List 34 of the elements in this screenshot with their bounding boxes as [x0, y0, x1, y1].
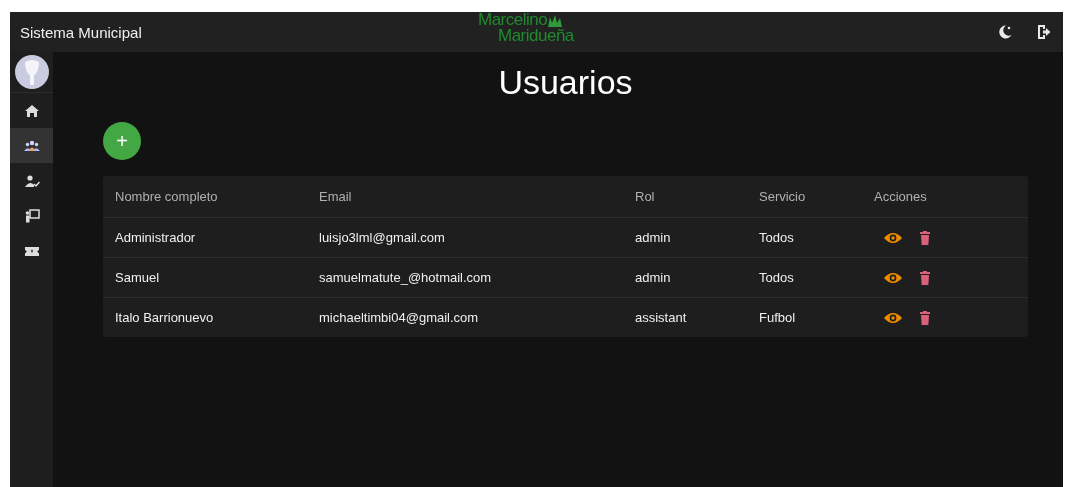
table-cell-text: Samuel	[114, 270, 161, 285]
delete-icon[interactable]	[920, 230, 930, 245]
theme-toggle-icon[interactable]	[997, 24, 1013, 40]
home-icon	[23, 102, 40, 119]
logo-text: Marcelino	[478, 12, 548, 28]
app-title: Sistema Municipal	[20, 23, 142, 41]
view-icon[interactable]	[884, 231, 902, 244]
table-cell-text: admin	[635, 270, 672, 285]
table-cell-text: Todos	[759, 230, 795, 245]
column-header: Servicio	[759, 189, 807, 204]
delete-icon[interactable]	[920, 270, 930, 285]
page-title: Usuarios	[497, 62, 634, 102]
column-header: Acciones	[874, 189, 928, 204]
nav-item[interactable]	[10, 128, 53, 163]
table-cell-text: admin	[635, 230, 672, 245]
table-cell-text: Italo Barrionuevo	[114, 310, 215, 325]
view-icon[interactable]	[884, 311, 902, 324]
plant-icon	[547, 14, 564, 28]
table-cell-text: Fufbol	[759, 310, 797, 325]
table-cell-text: samuelmatute_@hotmail.com	[319, 270, 493, 285]
delete-icon[interactable]	[920, 310, 930, 325]
table-cell-text: luisjo3lml@gmail.com	[319, 230, 446, 245]
column-header: Rol	[635, 189, 656, 204]
view-icon[interactable]	[884, 271, 902, 284]
logout-icon[interactable]	[1037, 24, 1051, 40]
add-button[interactable]: +	[103, 122, 141, 160]
table-cell-text: Administrador	[114, 230, 197, 245]
column-header: Email	[319, 189, 353, 204]
user-check-icon	[23, 172, 40, 189]
column-header: Nombre completo	[114, 189, 219, 204]
table-cell-text: assistant	[635, 310, 688, 325]
logo-text: Maridueña	[497, 28, 576, 44]
table-cell-text: Todos	[759, 270, 795, 285]
table-cell-text: michaeltimbi04@gmail.com	[319, 310, 480, 325]
